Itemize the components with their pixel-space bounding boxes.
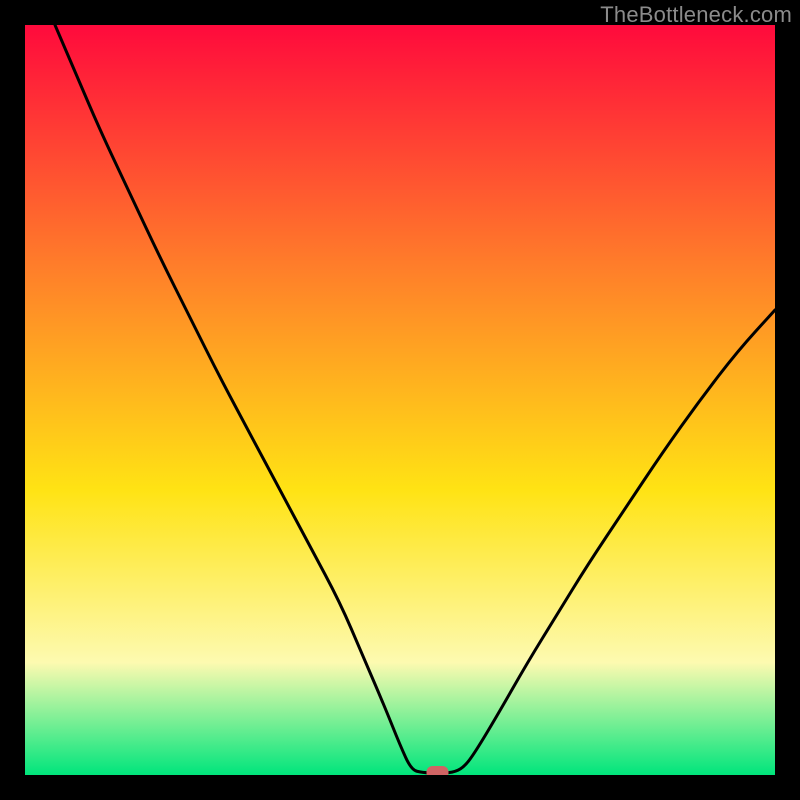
chart-frame: TheBottleneck.com [0,0,800,800]
gradient-background [25,25,775,775]
optimal-point-marker [427,766,449,775]
bottleneck-chart [25,25,775,775]
